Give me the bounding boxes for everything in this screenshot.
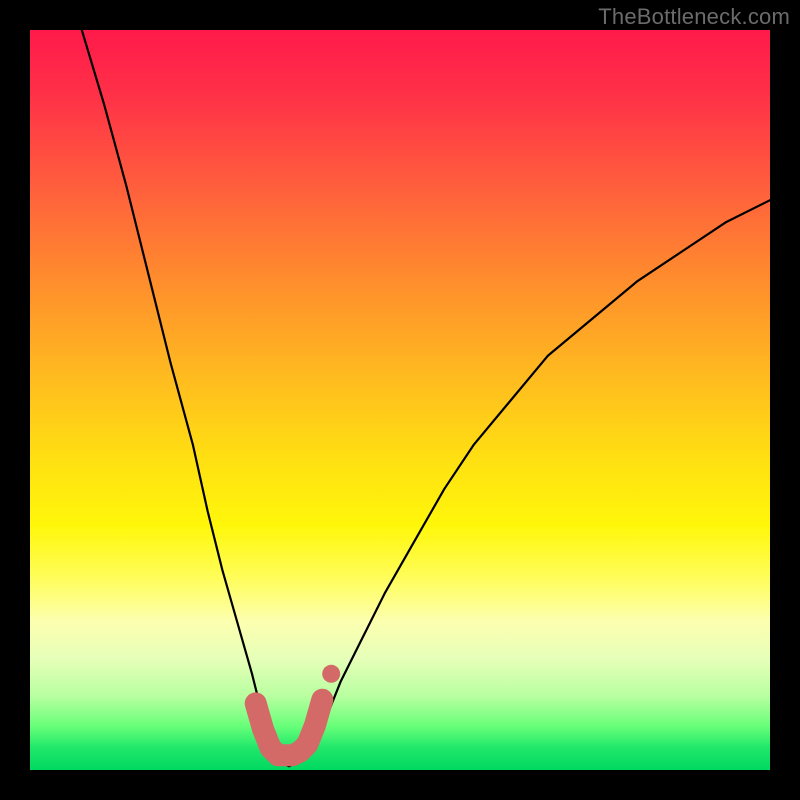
watermark-text: TheBottleneck.com	[598, 4, 790, 30]
chart-svg	[30, 30, 770, 770]
chart-frame	[30, 30, 770, 770]
highlight-band-path	[256, 700, 323, 756]
highlight-dot	[322, 665, 340, 683]
bottleneck-curve-path	[82, 30, 770, 766]
